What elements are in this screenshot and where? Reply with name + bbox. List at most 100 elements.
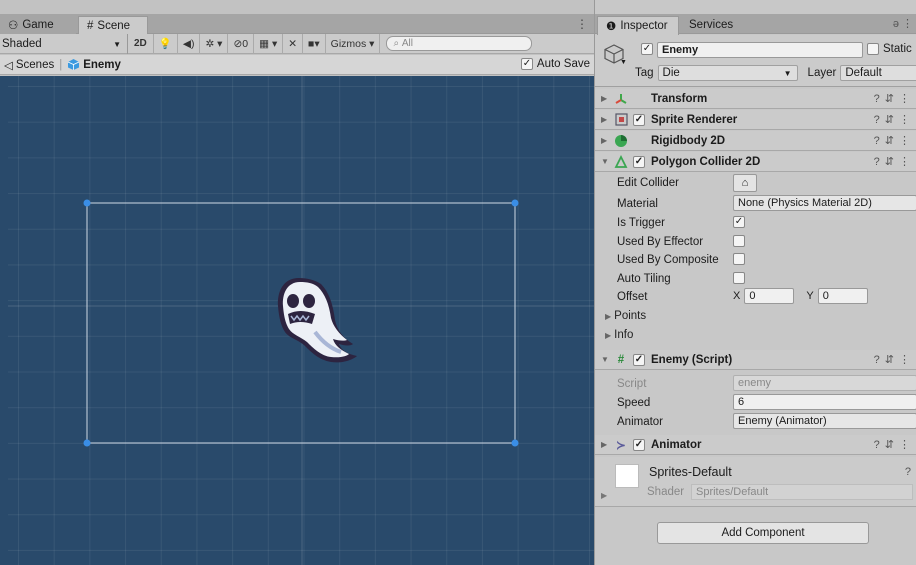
gamepad-icon: ⚇ [8,20,19,32]
component-polygon-collider-2d[interactable]: ▼ ✓ Polygon Collider 2D ?⇵⋮ [595,152,916,172]
tab-scene-label: Scene [97,20,131,32]
speed-input[interactable]: 6 [733,394,916,410]
chevron-down-icon: ▾ [366,37,375,50]
shading-mode-label: Shaded [2,37,42,50]
component-actions-icon[interactable]: ?⇵⋮ [874,155,915,168]
component-enemy-script[interactable]: ▼ # ✓ Enemy (Script) ?⇵⋮ [595,350,916,370]
component-name: Animator [651,438,702,451]
object-active-checkbox[interactable]: ✓ [641,43,653,55]
static-checkbox[interactable] [867,43,879,55]
breadcrumb-object[interactable]: Enemy [67,58,121,71]
component-sprite-renderer[interactable]: ▶ ✓ Sprite Renderer ?⇵⋮ [595,110,916,130]
gizmos-dropdown[interactable]: Gizmos ▾ [326,33,381,54]
breadcrumb-scenes[interactable]: ◁ Scenes [4,58,54,72]
shading-mode-dropdown[interactable]: Shaded ▼ [0,33,128,54]
used-by-effector-toggle[interactable] [733,233,745,249]
auto-save-toggle[interactable]: ✓ Auto Save [520,58,590,70]
audio-toggle[interactable]: ◀) [178,33,201,54]
speed-field[interactable]: 6 [733,394,916,410]
fold-down-icon[interactable]: ▼ [595,157,609,166]
offset-x-input[interactable]: 0 [744,288,795,304]
back-arrow-icon: ◁ [4,59,13,72]
material-value: None (Physics Material 2D) [733,195,916,211]
auto-tiling-toggle[interactable] [733,270,745,286]
script-label: Script [617,377,647,390]
component-actions-icon[interactable]: ?⇵⋮ [874,353,915,366]
offset-y-input[interactable]: 0 [817,288,868,304]
mode-2d-button[interactable]: 2D [128,33,154,54]
ghost-sprite[interactable] [277,278,357,363]
component-rigidbody-2d[interactable]: ▶ Rigidbody 2D ?⇵⋮ [595,131,916,151]
layer-label: Layer [807,67,837,79]
animator-icon: ≻ [616,439,626,452]
animator-field[interactable]: Enemy (Animator) [733,413,916,429]
component-enabled-checkbox[interactable]: ✓ [633,113,645,126]
scene-toolbar: Shaded ▼ 2D 💡 ◀) ✲ ▾ ⊘ 0 ▦ ▾ ✕ ■▾ Gizmos… [0,33,594,54]
tab-inspector[interactable]: ❶ Inspector [597,16,679,35]
auto-save-label: Auto Save [536,58,590,70]
lighting-toggle[interactable]: 💡 [154,33,178,54]
camera-toggle[interactable]: ■▾ [303,33,326,54]
lock-icon[interactable]: ə ⋮ [893,17,913,30]
info-icon: ❶ [606,21,617,33]
grid-toggle[interactable]: ▦ ▾ [254,33,284,54]
inspector-panel: ❶ Inspector Services ə ⋮ ▼ ✓ Enemy Stati… [594,0,916,565]
animator-value: Enemy (Animator) [733,413,916,429]
used-by-composite-checkbox[interactable] [733,253,745,265]
help-icon[interactable]: ? [905,466,911,478]
scene-viewport[interactable] [8,76,594,565]
info-foldout[interactable]: ▶ Info [605,329,633,341]
component-enabled-checkbox[interactable]: ✓ [633,438,645,451]
add-component-button[interactable]: Add Component [657,522,869,544]
tab-services-label: Services [689,19,734,31]
used-by-effector-checkbox[interactable] [733,235,745,247]
scene-menu-icon[interactable]: ⋮ [576,17,588,31]
component-actions-icon[interactable]: ?⇵⋮ [874,438,915,451]
component-animator[interactable]: ▶ ≻ ✓ Animator ?⇵⋮ [595,435,916,455]
object-name-field[interactable]: Enemy [657,42,863,58]
effects-toggle[interactable]: ✲ ▾ [200,33,229,54]
layer-dropdown[interactable]: Default ▼ [840,65,916,81]
component-enabled-checkbox[interactable]: ✓ [633,155,645,168]
tab-scene[interactable]: # Scene [78,16,148,35]
collider-handle[interactable] [511,199,519,207]
scene-canvas [8,76,594,565]
fold-right-icon[interactable]: ▶ [601,491,607,500]
material-preview[interactable]: Sprites-Default ▶ Shader Sprites/Default… [595,457,916,507]
fold-down-icon[interactable]: ▼ [595,355,609,364]
fold-right-icon[interactable]: ▶ [595,94,609,103]
collider-handle[interactable] [511,439,519,447]
points-foldout[interactable]: ▶ Points [605,310,646,322]
is-trigger-checkbox[interactable]: ✓ [733,216,745,228]
shader-dropdown[interactable]: Sprites/Default [691,484,913,500]
tools-toggle[interactable]: ✕ [283,33,304,54]
scene-search-input[interactable]: ⌕ All [386,36,533,51]
used-by-composite-toggle[interactable] [733,251,745,267]
auto-tiling-checkbox[interactable] [733,272,745,284]
material-field[interactable]: None (Physics Material 2D) [733,195,916,211]
is-trigger-toggle[interactable]: ✓ [733,214,745,230]
component-actions-icon[interactable]: ?⇵⋮ [874,134,915,147]
viewport-edge [0,76,8,565]
static-toggle[interactable]: Static [867,43,912,55]
fold-right-icon[interactable]: ▶ [595,136,609,145]
tab-services[interactable]: Services [681,16,741,34]
component-actions-icon[interactable]: ?⇵⋮ [874,92,915,105]
fold-right-icon[interactable]: ▶ [595,115,609,124]
script-icon: # [617,353,625,366]
breadcrumb-object-label: Enemy [83,58,121,71]
component-enabled-checkbox[interactable]: ✓ [633,353,645,366]
tag-dropdown[interactable]: Die ▼ [657,65,798,81]
rigidbody-icon [613,134,629,148]
collider-handle[interactable] [83,199,91,207]
edit-collider-label: Edit Collider [617,176,679,189]
component-name: Enemy (Script) [651,353,733,366]
tab-game[interactable]: ⚇ Game [0,16,76,34]
collider-handle[interactable] [83,439,91,447]
component-actions-icon[interactable]: ?⇵⋮ [874,113,915,126]
component-transform[interactable]: ▶ Transform ?⇵⋮ [595,89,916,109]
hidden-objects-toggle[interactable]: ⊘ 0 [228,33,255,54]
edit-collider-button[interactable]: ⌂ [733,174,757,192]
fold-right-icon[interactable]: ▶ [595,440,609,449]
auto-save-checkbox[interactable]: ✓ [520,58,533,70]
